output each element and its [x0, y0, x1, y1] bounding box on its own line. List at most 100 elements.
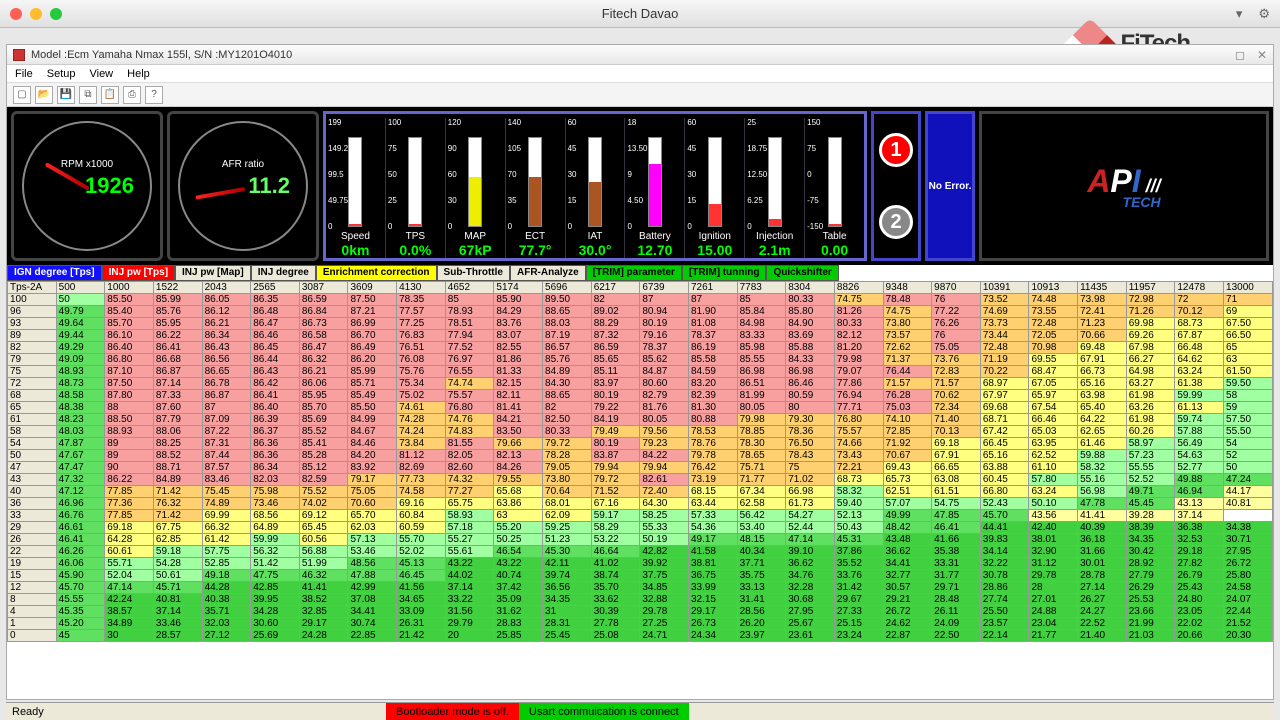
- cell[interactable]: 72.41: [1078, 306, 1127, 318]
- cell[interactable]: 34.28: [251, 606, 300, 618]
- cell[interactable]: 61.98: [1126, 390, 1175, 402]
- cell[interactable]: 38.52: [299, 594, 348, 606]
- cell[interactable]: 73.55: [1029, 306, 1078, 318]
- cell[interactable]: 89: [105, 450, 154, 462]
- cell[interactable]: 67.42: [980, 426, 1029, 438]
- cell[interactable]: 85.88: [786, 342, 835, 354]
- cell[interactable]: 67.50: [1224, 318, 1273, 330]
- cell[interactable]: 22.14: [980, 630, 1029, 642]
- cell[interactable]: 78.51: [445, 318, 494, 330]
- cell[interactable]: 88.93: [105, 426, 154, 438]
- cell[interactable]: 24.62: [883, 618, 932, 630]
- cell[interactable]: 61.46: [1078, 438, 1127, 450]
- cell[interactable]: 62.03: [348, 522, 397, 534]
- cell[interactable]: 46.96: [56, 498, 105, 510]
- cell[interactable]: 35.70: [591, 582, 640, 594]
- cell[interactable]: 37.14: [445, 582, 494, 594]
- indicator-1[interactable]: 1: [879, 133, 913, 167]
- cell[interactable]: 28.86: [980, 582, 1029, 594]
- cell[interactable]: 58.25: [640, 510, 689, 522]
- cell[interactable]: 20: [445, 630, 494, 642]
- cell[interactable]: 37.14: [1175, 510, 1224, 522]
- tab[interactable]: IGN degree [Tps]: [7, 265, 102, 281]
- restore-icon[interactable]: ◻: [1235, 48, 1245, 62]
- cell[interactable]: 24.28: [299, 630, 348, 642]
- cell[interactable]: 75.57: [445, 390, 494, 402]
- cell[interactable]: 25.43: [1175, 582, 1224, 594]
- cell[interactable]: 77.85: [105, 510, 154, 522]
- cell[interactable]: 88.65: [543, 306, 592, 318]
- cell[interactable]: 62.65: [1078, 426, 1127, 438]
- cell[interactable]: 67.87: [1175, 330, 1224, 342]
- cell[interactable]: 86.43: [251, 366, 300, 378]
- cell[interactable]: 84.30: [543, 378, 592, 390]
- cell[interactable]: 27.14: [1078, 582, 1127, 594]
- cell[interactable]: 27.79: [1126, 570, 1175, 582]
- cell[interactable]: 76: [932, 294, 981, 306]
- cell[interactable]: 35.38: [932, 546, 981, 558]
- cell[interactable]: 66.50: [1224, 330, 1273, 342]
- cell[interactable]: 73.80: [883, 318, 932, 330]
- cell[interactable]: 66.65: [932, 462, 981, 474]
- cell[interactable]: 78.28: [543, 450, 592, 462]
- cell[interactable]: 34.65: [397, 594, 446, 606]
- cell[interactable]: 75.03: [883, 402, 932, 414]
- cell[interactable]: 23.66: [1126, 606, 1175, 618]
- cell[interactable]: 86.19: [688, 342, 737, 354]
- cell[interactable]: 75.98: [251, 486, 300, 498]
- cell[interactable]: 71.57: [932, 378, 981, 390]
- cell[interactable]: 86.34: [202, 330, 251, 342]
- cell[interactable]: 86.84: [299, 306, 348, 318]
- cell[interactable]: 85.70: [105, 318, 154, 330]
- cell[interactable]: 81.90: [688, 306, 737, 318]
- cell[interactable]: 46.64: [591, 546, 640, 558]
- cell[interactable]: 85.49: [348, 390, 397, 402]
- tab[interactable]: [TRIM] tunning: [682, 265, 767, 281]
- cell[interactable]: 86.49: [348, 342, 397, 354]
- cell[interactable]: 32.22: [980, 558, 1029, 570]
- cell[interactable]: 32.28: [786, 582, 835, 594]
- cell[interactable]: 63.98: [1078, 390, 1127, 402]
- cell[interactable]: 33.62: [591, 594, 640, 606]
- cell[interactable]: 59.17: [591, 510, 640, 522]
- cell[interactable]: 87.50: [105, 378, 154, 390]
- cell[interactable]: 86.57: [543, 342, 592, 354]
- cell[interactable]: 67.05: [1029, 378, 1078, 390]
- cell[interactable]: 47.47: [56, 462, 105, 474]
- cell[interactable]: 74.75: [883, 306, 932, 318]
- cell[interactable]: 56.42: [737, 510, 786, 522]
- cell[interactable]: 82.59: [299, 474, 348, 486]
- cell[interactable]: 59.88: [1078, 450, 1127, 462]
- cell[interactable]: 86.58: [299, 330, 348, 342]
- cell[interactable]: 47.78: [1078, 498, 1127, 510]
- cell[interactable]: 75.52: [299, 486, 348, 498]
- cell[interactable]: 65: [1224, 342, 1273, 354]
- cell[interactable]: 86.68: [153, 354, 202, 366]
- cell[interactable]: 29.18: [1175, 546, 1224, 558]
- cell[interactable]: 22.87: [883, 630, 932, 642]
- cell[interactable]: 76.80: [834, 414, 883, 426]
- cell[interactable]: 57.50: [1224, 414, 1273, 426]
- cell[interactable]: 82.05: [445, 450, 494, 462]
- cell[interactable]: 61.98: [1126, 414, 1175, 426]
- cell[interactable]: 87.79: [153, 414, 202, 426]
- cell[interactable]: 83.69: [786, 330, 835, 342]
- cell[interactable]: 48.56: [348, 558, 397, 570]
- cell[interactable]: 50: [1224, 462, 1273, 474]
- cell[interactable]: 63: [494, 510, 543, 522]
- cell[interactable]: 70.66: [1078, 330, 1127, 342]
- cell[interactable]: 21.99: [1126, 618, 1175, 630]
- cell[interactable]: 48.73: [56, 378, 105, 390]
- cell[interactable]: 66.45: [980, 438, 1029, 450]
- cell[interactable]: 54: [1224, 438, 1273, 450]
- cell[interactable]: 82.50: [543, 414, 592, 426]
- cell[interactable]: 79.72: [591, 474, 640, 486]
- cell[interactable]: 28.92: [1126, 558, 1175, 570]
- cell[interactable]: 33.31: [932, 558, 981, 570]
- cell[interactable]: 34.41: [348, 606, 397, 618]
- cell[interactable]: 73.57: [883, 330, 932, 342]
- cell[interactable]: 72.21: [834, 462, 883, 474]
- cell[interactable]: 30.39: [591, 606, 640, 618]
- cell[interactable]: 49.44: [56, 330, 105, 342]
- cell[interactable]: 27.74: [980, 594, 1029, 606]
